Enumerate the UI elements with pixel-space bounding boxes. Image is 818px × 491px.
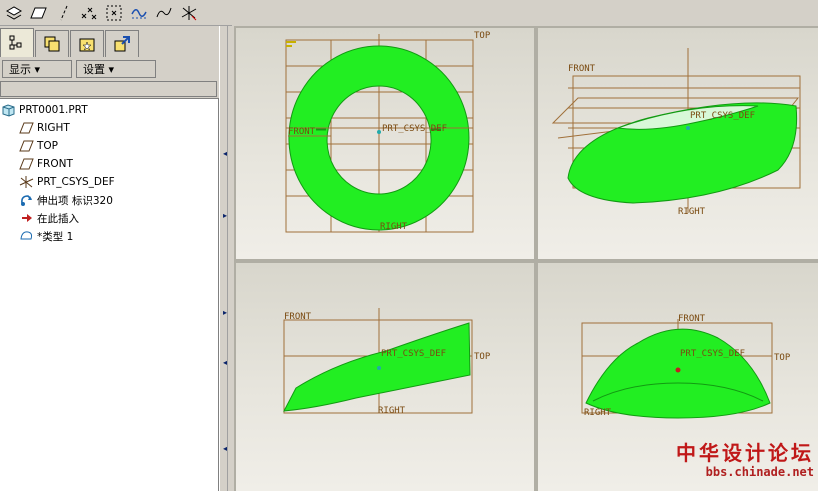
tree-item-right[interactable]: RIGHT [19, 120, 70, 136]
splitter-line [227, 26, 228, 491]
tree-item-front[interactable]: FRONT [19, 156, 73, 172]
tab-model-tree[interactable] [0, 28, 34, 57]
csys-label: PRT_CSYS_DEF [382, 124, 447, 134]
dome-model[interactable] [585, 328, 771, 419]
collapse-arrow-icon[interactable]: ◂ [223, 359, 231, 367]
watermark-title: 中华设计论坛 [676, 441, 814, 465]
tab-folder-browser[interactable] [35, 30, 69, 57]
tree-item-top[interactable]: TOP [19, 138, 58, 154]
ring-view-drawing: TOP FRONT PRT_CSYS_DEF RIGHT [285, 31, 491, 233]
tree-item-protrusion[interactable]: 伸出项 标识320 [19, 192, 113, 208]
datum-plane-icon [19, 158, 34, 170]
tree-item-csys[interactable]: PRT_CSYS_DEF [19, 174, 115, 190]
datum-plane-tool-button[interactable] [27, 2, 50, 24]
feature-toolbar [0, 0, 232, 26]
tree-root-label: PRT0001.PRT [19, 104, 88, 116]
layer-tool-button[interactable] [2, 2, 25, 24]
tree-item-label: 伸出项 标识320 [37, 194, 113, 207]
front-datum-label: FRONT [568, 64, 596, 74]
coordinate-system-icon [181, 5, 196, 20]
right-datum-label: RIGHT [380, 222, 408, 232]
show-menu-button[interactable]: 显示 ▾ [2, 60, 72, 78]
tree-item-label: TOP [37, 140, 59, 152]
sketched-point-tool-button[interactable] [102, 2, 125, 24]
top-datum-label: TOP [474, 352, 491, 362]
wedge-model[interactable] [283, 322, 471, 412]
tree-root-part[interactable]: PRT0001.PRT [1, 102, 88, 118]
watermark: 中华设计论坛 bbs.chinade.net [672, 441, 814, 487]
right-datum-label: RIGHT [378, 406, 406, 416]
datum-plane-icon [29, 7, 47, 18]
csys-label: PRT_CSYS_DEF [690, 111, 755, 121]
sketch-tool-button[interactable] [152, 2, 175, 24]
tree-item-insert-here[interactable]: 在此插入 [19, 210, 79, 226]
datum-plane-icon [19, 140, 34, 152]
tree-item-label: RIGHT [37, 122, 70, 134]
collapse-arrow-icon[interactable]: ◂ [223, 150, 231, 158]
datum-plane-icon [19, 122, 34, 134]
csys-label: PRT_CSYS_DEF [381, 349, 446, 359]
viewport-side[interactable]: FRONT TOP PRT_CSYS_DEF RIGHT [236, 263, 534, 491]
top-datum-label: TOP [774, 353, 791, 363]
front-datum-label: FRONT [284, 312, 312, 322]
tree-item-sketch[interactable]: *类型 1 [19, 228, 73, 244]
tab-favorites[interactable] [70, 30, 104, 57]
panel-splitter[interactable]: ◂ ▸ ▸ ◂ ◂ [219, 26, 234, 491]
model-tree-icon [9, 35, 22, 50]
collapse-arrow-icon[interactable]: ◂ [223, 445, 231, 453]
datum-axis-icon [60, 5, 67, 20]
protrusion-icon [21, 195, 32, 206]
navigator-panel: 显示 ▾ 设置 ▾ PRT0001.PRT RIGHT TOP FRONT PR… [0, 26, 219, 491]
part-icon [2, 104, 15, 117]
sketch-curve-icon [156, 7, 171, 17]
tab-connections[interactable] [105, 30, 139, 57]
front-datum-label: FRONT [288, 127, 316, 137]
datum-point-icon [81, 7, 96, 19]
navigator-tabs [0, 28, 140, 58]
settings-menu-button[interactable]: 设置 ▾ [76, 60, 156, 78]
datum-point-tool-button[interactable] [77, 2, 100, 24]
datum-axis-tool-button[interactable] [52, 2, 75, 24]
model-tree: PRT0001.PRT RIGHT TOP FRONT PRT_CSYS_DEF… [0, 98, 219, 491]
top-datum-label: TOP [474, 31, 491, 41]
tree-column-header [0, 81, 217, 97]
point-grid-icon [106, 5, 121, 20]
tree-menus: 显示 ▾ 设置 ▾ [2, 60, 156, 78]
datum-curve-tool-button[interactable] [127, 2, 150, 24]
tree-item-label: PRT_CSYS_DEF [37, 176, 115, 188]
watermark-url: bbs.chinade.net [705, 465, 814, 479]
graphics-area: TOP FRONT PRT_CSYS_DEF RIGHT FRONT PRT_C… [234, 26, 818, 491]
settings-menu-label: 设置 ▾ [83, 63, 115, 76]
insert-here-arrow-icon [22, 214, 32, 222]
csys-label: PRT_CSYS_DEF [680, 349, 745, 359]
expand-arrow-icon[interactable]: ▸ [223, 212, 231, 220]
right-datum-label: RIGHT [584, 408, 612, 418]
expand-arrow-icon[interactable]: ▸ [223, 309, 231, 317]
connections-icon [114, 36, 130, 52]
folder-stack-icon [44, 36, 60, 52]
viewport-front[interactable]: TOP FRONT PRT_CSYS_DEF RIGHT [236, 28, 534, 259]
tree-item-label: *类型 1 [37, 230, 74, 243]
front-datum-label: FRONT [678, 314, 706, 324]
coordinate-system-icon [19, 176, 34, 188]
iso-view-drawing: FRONT PRT_CSYS_DEF RIGHT [551, 48, 801, 217]
show-menu-label: 显示 ▾ [9, 63, 41, 76]
side-view-drawing: FRONT TOP PRT_CSYS_DEF RIGHT [283, 308, 491, 416]
tree-item-label: 在此插入 [37, 212, 79, 225]
favorites-folder-icon [79, 38, 95, 52]
coordinate-system-tool-button[interactable] [177, 2, 200, 24]
layers-icon [5, 5, 22, 20]
right-datum-label: RIGHT [678, 207, 706, 217]
sketch-feature-icon [20, 231, 33, 240]
viewport-isometric[interactable]: FRONT PRT_CSYS_DEF RIGHT [538, 28, 818, 259]
tree-item-label: FRONT [37, 158, 73, 170]
curve-icon [130, 8, 147, 18]
